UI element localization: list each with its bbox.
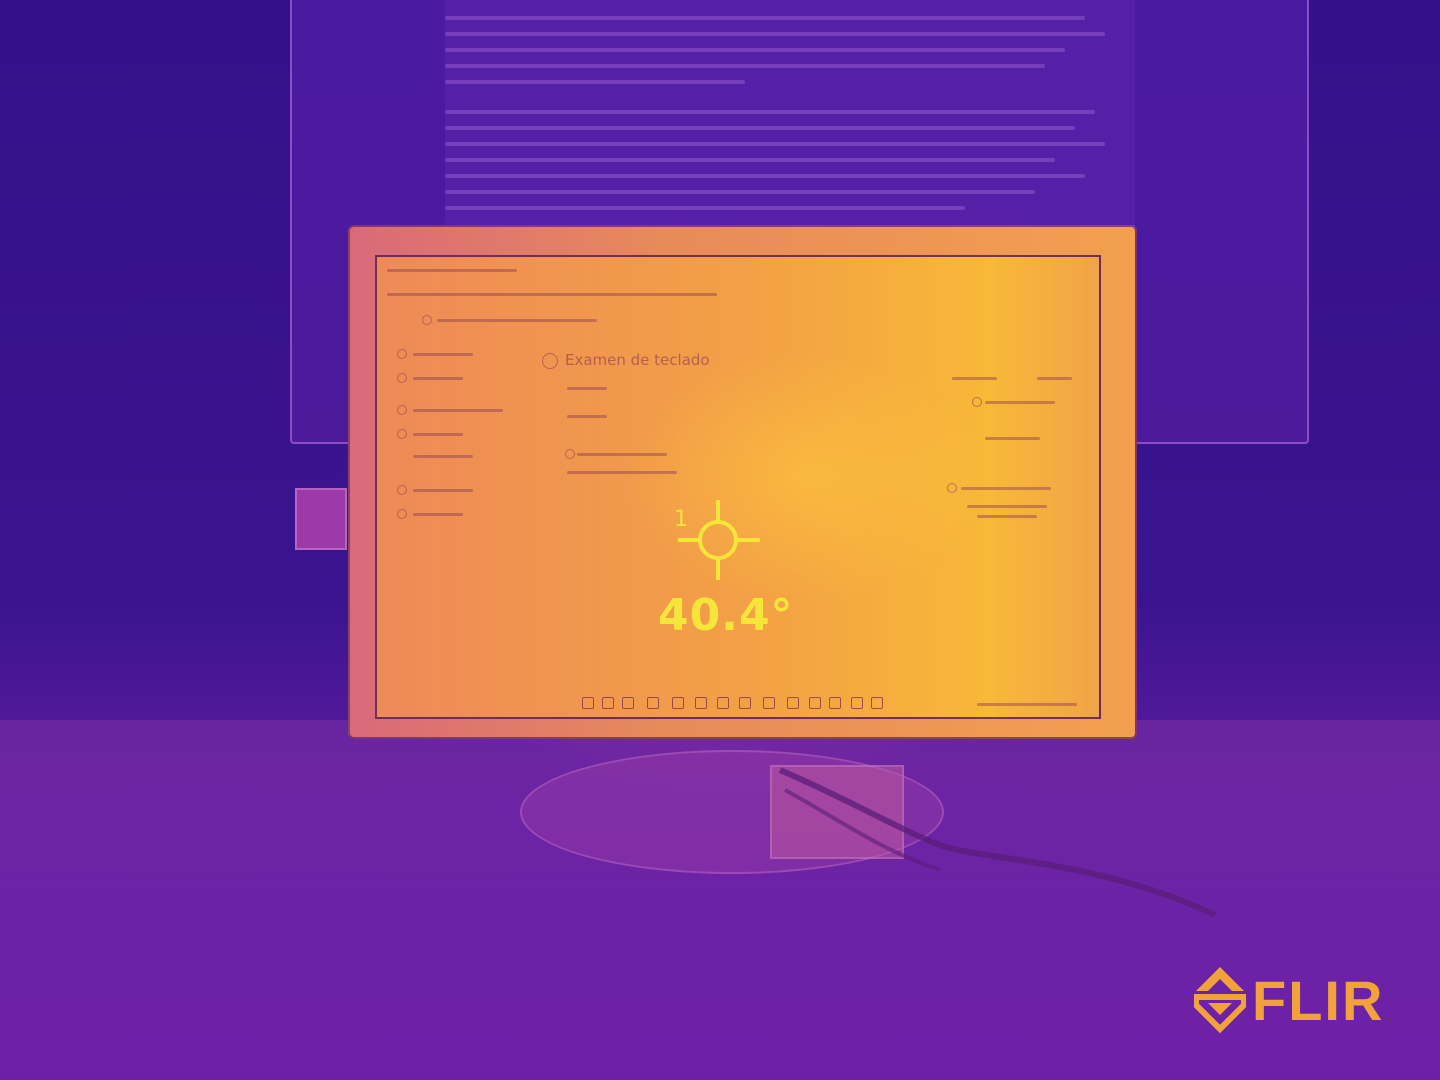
sidebar-item bbox=[413, 455, 473, 458]
sidebar-icon bbox=[397, 349, 407, 359]
panel-link bbox=[1037, 377, 1072, 380]
checkbox bbox=[565, 449, 575, 459]
flir-logo: FLIR bbox=[1194, 965, 1384, 1035]
panel-item bbox=[977, 515, 1037, 518]
taskbar-icon bbox=[672, 697, 684, 709]
flir-logo-text: FLIR bbox=[1252, 968, 1385, 1032]
address-bar bbox=[387, 293, 717, 296]
taskbar-icon bbox=[582, 697, 594, 709]
panel-item bbox=[967, 505, 1047, 508]
heading-icon bbox=[542, 353, 558, 369]
window-titlebar bbox=[387, 269, 517, 272]
panel-icon bbox=[947, 483, 957, 493]
taskbar-icon bbox=[739, 697, 751, 709]
taskbar-icon bbox=[622, 697, 634, 709]
taskbar-icon bbox=[809, 697, 821, 709]
panel-item bbox=[985, 401, 1055, 404]
breadcrumb bbox=[437, 319, 597, 322]
panel-icon bbox=[972, 397, 982, 407]
panel-item bbox=[985, 437, 1040, 440]
taskbar-icon bbox=[647, 697, 659, 709]
thermal-image: Examen de teclado 1 40.4° FLIR bbox=[0, 0, 1440, 1080]
taskbar-icon bbox=[717, 697, 729, 709]
sidebar-item bbox=[413, 377, 463, 380]
crosshair-icon bbox=[678, 500, 760, 580]
option-description bbox=[567, 471, 677, 474]
taskbar-icon bbox=[851, 697, 863, 709]
panel-heading bbox=[952, 377, 997, 380]
screen-heading: Examen de teclado bbox=[565, 351, 710, 369]
field-label bbox=[567, 415, 607, 418]
sidebar-item bbox=[413, 489, 473, 492]
flir-diamond-icon bbox=[1194, 967, 1246, 1034]
sidebar-item bbox=[413, 353, 473, 356]
sidebar-icon bbox=[397, 509, 407, 519]
taskbar-icon bbox=[787, 697, 799, 709]
taskbar-icon bbox=[871, 697, 883, 709]
sidebar-item bbox=[413, 513, 463, 516]
field-label bbox=[567, 387, 607, 390]
taskbar-icon bbox=[763, 697, 775, 709]
spot-temperature: 40.4° bbox=[658, 590, 794, 641]
app-icon bbox=[422, 315, 432, 325]
spot-index: 1 bbox=[674, 507, 688, 532]
sidebar-icon bbox=[397, 405, 407, 415]
taskbar-icon bbox=[829, 697, 841, 709]
sidebar-icon bbox=[397, 429, 407, 439]
monitor-screen: Examen de teclado bbox=[375, 255, 1101, 719]
sidebar-item bbox=[413, 409, 503, 412]
sidebar-item bbox=[413, 433, 463, 436]
sidebar-icon bbox=[397, 485, 407, 495]
panel-item bbox=[961, 487, 1051, 490]
sidebar-icon bbox=[397, 373, 407, 383]
option-label bbox=[577, 453, 667, 456]
system-tray bbox=[977, 703, 1077, 706]
taskbar-icon bbox=[602, 697, 614, 709]
taskbar-icon bbox=[695, 697, 707, 709]
